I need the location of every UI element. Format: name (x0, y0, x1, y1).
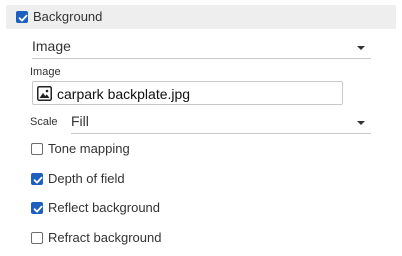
chevron-down-icon (357, 121, 365, 125)
refract-background-label: Refract background (48, 230, 162, 245)
check-icon (33, 205, 43, 213)
refract-background-checkbox[interactable] (31, 232, 43, 244)
scale-value: Fill (71, 113, 89, 129)
depth-of-field-label: Depth of field (48, 171, 125, 186)
image-icon (37, 86, 52, 101)
chevron-down-icon (357, 46, 365, 50)
check-icon (18, 14, 28, 22)
check-icon (33, 176, 43, 184)
depth-of-field-checkbox[interactable] (31, 173, 43, 185)
image-file-field[interactable]: carpark backplate.jpg (32, 81, 343, 105)
image-label: Image (30, 66, 61, 78)
background-source-dropdown[interactable]: Image (32, 35, 371, 59)
tone-mapping-label: Tone mapping (48, 141, 130, 156)
background-checkbox[interactable] (16, 11, 28, 23)
background-settings-panel: Background Image Image carpark backplate… (0, 0, 402, 256)
background-section-header[interactable]: Background (6, 5, 396, 29)
scale-dropdown[interactable]: Fill (71, 110, 371, 134)
image-file-name: carpark backplate.jpg (57, 86, 191, 102)
background-label: Background (33, 9, 103, 24)
scale-label: Scale (30, 116, 58, 128)
reflect-background-checkbox[interactable] (31, 202, 43, 214)
tone-mapping-checkbox[interactable] (31, 143, 43, 155)
background-source-value: Image (32, 38, 71, 54)
reflect-background-label: Reflect background (48, 200, 161, 215)
